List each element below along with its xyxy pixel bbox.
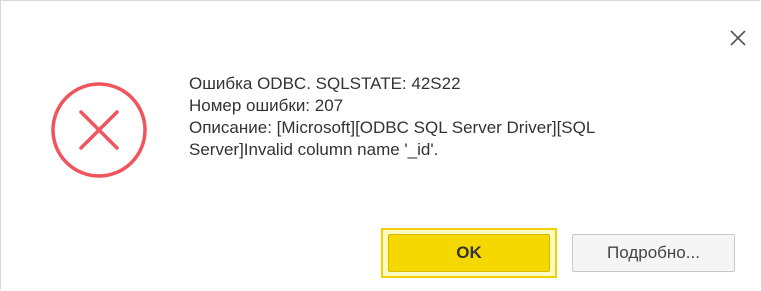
error-message-line: Номер ошибки: 207: [189, 96, 344, 115]
error-message-line: Описание: [Microsoft][ODBC SQL Server Dr…: [189, 118, 596, 137]
close-icon[interactable]: [727, 27, 749, 49]
error-message-line: Ошибка ODBC. SQLSTATE: 42S22: [189, 74, 461, 93]
error-message: Ошибка ODBC. SQLSTATE: 42S22 Номер ошибк…: [189, 73, 749, 161]
details-button[interactable]: Подробно...: [572, 234, 735, 272]
error-circle-x-icon: [49, 80, 149, 180]
error-dialog: Ошибка ODBC. SQLSTATE: 42S22 Номер ошибк…: [0, 0, 760, 290]
ok-button[interactable]: OK: [388, 234, 550, 272]
error-message-line: Server]Invalid column name '_id'.: [189, 140, 439, 159]
